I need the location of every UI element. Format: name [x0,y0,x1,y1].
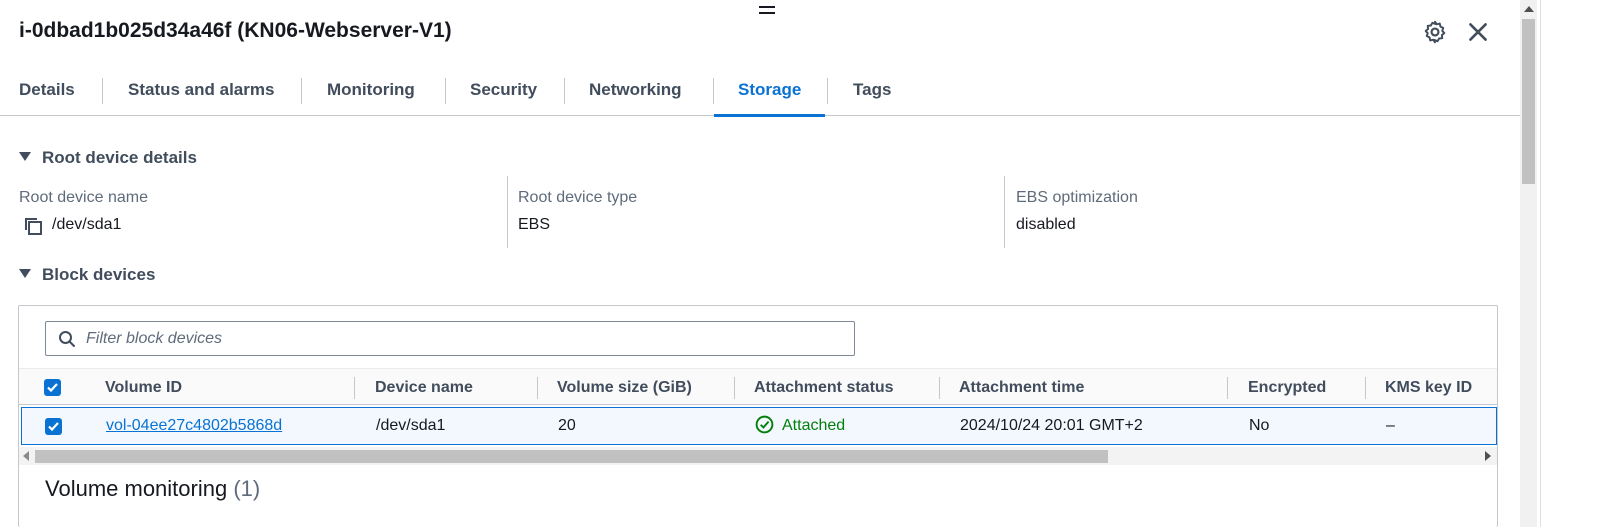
filter-field[interactable] [45,321,855,356]
root-device-details-heading: Root device details [42,148,197,167]
column-header-attachment-time[interactable]: Attachment time [959,369,1084,406]
column-resizer[interactable] [354,377,355,399]
copy-icon[interactable] [23,216,43,236]
tab-separator [301,78,302,104]
tab-security[interactable]: Security [470,72,537,116]
block-devices-table-container: Volume ID Device name Volume size (GiB) … [18,305,1498,527]
root-device-type-label: Root device type [518,189,638,206]
caret-down-icon [19,269,31,278]
attachment-status-text: Attached [782,417,846,434]
root-device-name-value: /dev/sda1 [52,216,122,233]
close-icon[interactable] [1465,19,1491,45]
volume-monitoring-title: Volume monitoring [45,476,228,501]
scroll-up-arrow-icon[interactable] [1524,6,1534,12]
attachment-time-cell: 2024/10/24 20:01 GMT+2 [960,417,1143,434]
volume-id-link[interactable]: vol-04ee27c4802b5868d [106,408,282,444]
root-device-type-value: EBS [518,216,551,233]
tab-separator [564,78,565,104]
table-row[interactable]: vol-04ee27c4802b5868d /dev/sda1 20 Attac… [21,407,1497,445]
column-resizer[interactable] [537,377,538,399]
horizontal-scrollbar[interactable] [19,447,1497,465]
tab-networking[interactable]: Networking [589,72,682,116]
root-device-name-label: Root device name [19,189,148,206]
filter-block-devices-input[interactable] [86,322,846,355]
block-devices-toggle[interactable]: Block devices [19,265,155,285]
column-divider [507,176,508,248]
tab-tags[interactable]: Tags [853,72,891,116]
device-name-cell: /dev/sda1 [376,417,446,434]
block-devices-heading: Block devices [42,265,156,284]
vertical-scrollbar[interactable] [1520,0,1537,527]
scroll-right-arrow-icon[interactable] [1485,451,1491,461]
attachment-status-cell: Attached [755,408,845,444]
search-icon [58,330,76,348]
success-check-icon [755,415,774,434]
gear-icon[interactable] [1422,19,1448,45]
horizontal-scrollbar-thumb[interactable] [35,450,1108,463]
column-header-volume-size[interactable]: Volume size (GiB) [557,369,692,406]
table-header: Volume ID Device name Volume size (GiB) … [19,368,1497,405]
column-header-kms-key-id[interactable]: KMS key ID [1385,369,1472,406]
column-divider [1004,176,1005,248]
select-all-checkbox[interactable] [44,379,61,396]
volume-monitoring-heading: Volume monitoring (1) [45,476,260,502]
tab-storage[interactable]: Storage [713,72,826,117]
tab-status-and-alarms[interactable]: Status and alarms [128,72,274,116]
tab-separator [713,78,714,104]
tab-separator [102,78,103,104]
volume-size-cell: 20 [558,417,576,434]
ebs-optimization-value: disabled [1016,216,1076,233]
root-device-details-toggle[interactable]: Root device details [19,148,197,168]
scroll-left-arrow-icon[interactable] [23,451,29,461]
instance-details-panel: i-0dbad1b025d34a46f (KN06-Webserver-V1) … [0,0,1520,527]
column-header-device-name[interactable]: Device name [375,369,473,406]
right-pane [1541,0,1602,527]
tab-separator [445,78,446,104]
encrypted-cell: No [1249,417,1270,434]
tab-separator [827,78,828,104]
drag-handle-icon[interactable] [759,6,775,16]
column-header-volume-id[interactable]: Volume ID [105,369,182,406]
column-resizer[interactable] [1365,377,1366,399]
column-header-attachment-status[interactable]: Attachment status [754,369,894,406]
column-resizer[interactable] [1227,377,1228,399]
tab-details[interactable]: Details [19,72,75,116]
row-select-checkbox[interactable] [45,418,62,435]
caret-down-icon [19,152,31,161]
vertical-scrollbar-thumb[interactable] [1522,19,1535,184]
column-header-encrypted[interactable]: Encrypted [1248,369,1326,406]
tab-monitoring[interactable]: Monitoring [327,72,415,116]
page-title: i-0dbad1b025d34a46f (KN06-Webserver-V1) [19,19,452,42]
volume-monitoring-count: (1) [233,476,261,501]
column-resizer[interactable] [734,377,735,399]
tab-list: Details Status and alarms Monitoring Sec… [0,72,1520,117]
column-resizer[interactable] [939,377,940,399]
ebs-optimization-label: EBS optimization [1016,189,1138,206]
kms-key-id-cell: – [1386,417,1395,434]
